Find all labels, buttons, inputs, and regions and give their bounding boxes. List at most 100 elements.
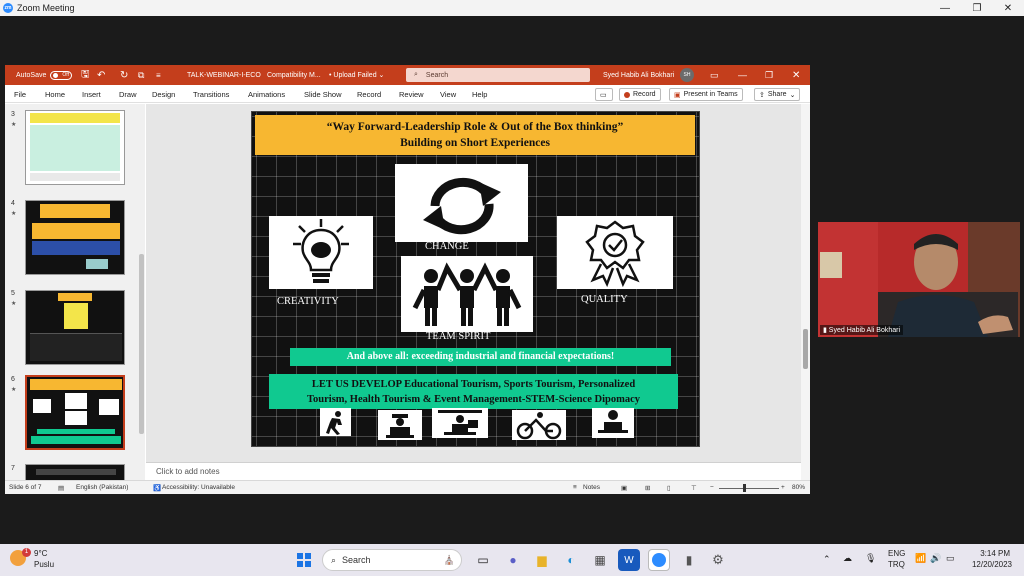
- tab-transitions[interactable]: Transitions: [193, 90, 229, 99]
- zoom-slider-thumb[interactable]: [743, 484, 746, 492]
- accessibility-status[interactable]: Accessibility: Unavailable: [162, 484, 235, 491]
- wifi-icon[interactable]: 📶: [915, 553, 926, 564]
- tab-draw[interactable]: Draw: [119, 90, 137, 99]
- reading-person-icon: [432, 408, 488, 438]
- notes-pane[interactable]: Click to add notes: [146, 462, 801, 480]
- clock-date[interactable]: 12/20/2023: [962, 560, 1012, 569]
- microphone-icon[interactable]: 🎙: [865, 553, 876, 564]
- tab-insert[interactable]: Insert: [82, 90, 101, 99]
- settings-gear-icon[interactable]: ⚙: [707, 549, 729, 571]
- notes-icon: ≡: [573, 484, 577, 491]
- tab-view[interactable]: View: [440, 90, 456, 99]
- tab-help[interactable]: Help: [472, 90, 487, 99]
- tab-home[interactable]: Home: [45, 90, 65, 99]
- notes-placeholder: Click to add notes: [156, 467, 220, 476]
- canvas-scrollbar[interactable]: [801, 104, 810, 480]
- weather-temp[interactable]: 9°C: [34, 549, 47, 558]
- spelling-icon[interactable]: ▤: [58, 484, 64, 492]
- expectations-banner: And above all: exceeding industrial and …: [290, 348, 671, 366]
- thumb-number-4: 4: [11, 200, 15, 207]
- present-icon[interactable]: ⧉: [138, 65, 144, 85]
- scroll-thumb[interactable]: [139, 254, 144, 434]
- slideshow-icon[interactable]: ⊤: [691, 484, 697, 492]
- ppt-minimize-button[interactable]: —: [738, 65, 747, 85]
- zoom-slider[interactable]: [719, 488, 779, 489]
- record-icon: [624, 91, 630, 98]
- zoom-out-icon[interactable]: −: [710, 484, 714, 491]
- tray-chevron-up-icon[interactable]: ⌃: [823, 554, 831, 565]
- taskbar-search-input[interactable]: ⌕ Search ⛪: [322, 549, 462, 571]
- tab-file[interactable]: File: [14, 90, 26, 99]
- undo-icon[interactable]: ↶: [97, 65, 105, 85]
- save-icon[interactable]: 🖫: [81, 65, 90, 85]
- reading-view-icon[interactable]: ▯: [667, 484, 671, 492]
- slide-thumbnail-7[interactable]: [25, 464, 125, 480]
- slide-title: “Way Forward-Leadership Role & Out of th…: [326, 121, 624, 133]
- store-icon[interactable]: ▦: [589, 549, 611, 571]
- current-slide[interactable]: “Way Forward-Leadership Role & Out of th…: [251, 111, 700, 447]
- tab-design[interactable]: Design: [152, 90, 175, 99]
- slide-sorter-icon[interactable]: ⊞: [645, 484, 650, 492]
- ribbon-display-icon[interactable]: ▭: [710, 65, 719, 85]
- autosave-toggle[interactable]: Off: [50, 65, 72, 85]
- ppt-close-button[interactable]: ✕: [792, 65, 800, 85]
- ppt-maximize-button[interactable]: ❐: [765, 65, 773, 85]
- autosave-label: AutoSave: [16, 71, 47, 79]
- tab-review[interactable]: Review: [399, 90, 424, 99]
- input-language[interactable]: ENG: [888, 549, 905, 558]
- search-icon: ⌕: [414, 71, 418, 78]
- cyclist-icon: [512, 410, 566, 440]
- avatar[interactable]: SH: [680, 65, 694, 85]
- close-button[interactable]: ✕: [993, 0, 1023, 16]
- file-explorer-icon[interactable]: ▆: [531, 549, 553, 571]
- task-view-icon[interactable]: ▭: [472, 549, 494, 571]
- volume-icon[interactable]: 🔊: [930, 553, 941, 564]
- slide-thumbnail-5[interactable]: [25, 290, 125, 365]
- tab-animations[interactable]: Animations: [248, 90, 285, 99]
- label-quality: QUALITY: [581, 294, 628, 305]
- word-icon[interactable]: W: [618, 549, 640, 571]
- search-input[interactable]: ⌕ Search: [406, 68, 590, 82]
- redo-icon[interactable]: ↻: [120, 65, 128, 85]
- slide-thumbnail-4[interactable]: [25, 200, 125, 275]
- usb-device-icon[interactable]: ▮: [678, 549, 700, 571]
- start-button[interactable]: [293, 549, 315, 571]
- participant-video-tile[interactable]: ▮ Syed Habib Ali Bokhari: [818, 222, 1020, 337]
- slide-thumbnails-pane[interactable]: 3 ★ 4 ★ 5 ★ 6 ★ 7: [5, 104, 145, 480]
- notes-button[interactable]: Notes: [583, 484, 600, 491]
- tab-slide-show[interactable]: Slide Show: [304, 90, 342, 99]
- zoom-level[interactable]: 80%: [792, 484, 805, 491]
- record-button[interactable]: Record: [619, 88, 661, 101]
- tab-record[interactable]: Record: [357, 90, 381, 99]
- comments-button[interactable]: ▭: [595, 88, 613, 101]
- edge-icon[interactable]: ◐: [560, 549, 582, 571]
- share-button[interactable]: ⇪ Share ⌄: [754, 88, 801, 101]
- maximize-button[interactable]: ❐: [962, 0, 992, 16]
- slide-thumbnail-6[interactable]: [25, 375, 125, 450]
- slide-subtitle: Building on Short Experiences: [400, 137, 550, 149]
- develop-banner-line2: Tourism, Health Tourism & Event Manageme…: [307, 394, 640, 405]
- minimize-button[interactable]: —: [930, 0, 960, 16]
- zoom-app-icon[interactable]: [648, 549, 670, 571]
- user-name: Syed Habib Ali Bokhari: [603, 71, 675, 79]
- battery-icon[interactable]: ▭: [946, 553, 955, 564]
- scroll-thumb[interactable]: [803, 329, 808, 369]
- onedrive-cloud-icon[interactable]: ☁: [843, 553, 852, 564]
- windows-taskbar: 1 9°C Puslu ⌕ Search ⛪ ▭ ● ▆ ◐ ▦ W ▮ ⚙ ⌃…: [0, 544, 1024, 576]
- normal-view-icon[interactable]: ▣: [621, 484, 627, 492]
- teacher-laptop-icon: [592, 408, 634, 438]
- present-in-teams-button[interactable]: ▣ Present in Teams: [669, 88, 743, 101]
- participant-video-feed: [818, 222, 1020, 337]
- upload-status[interactable]: • Upload Failed ⌄: [329, 65, 384, 85]
- teams-chat-icon[interactable]: ●: [502, 549, 524, 571]
- customize-qat-icon[interactable]: ≡: [156, 65, 161, 85]
- zoom-in-icon[interactable]: +: [781, 484, 785, 491]
- weather-desc[interactable]: Puslu: [34, 560, 54, 569]
- thumbnails-scrollbar[interactable]: [138, 104, 145, 480]
- language-status[interactable]: English (Pakistan): [76, 484, 128, 491]
- slide-thumbnail-3[interactable]: [25, 110, 125, 185]
- develop-banner: LET US DEVELOP Educational Tourism, Spor…: [269, 374, 678, 409]
- keyboard-layout[interactable]: TRQ: [888, 560, 905, 569]
- clock-time[interactable]: 3:14 PM: [966, 549, 1010, 558]
- ppt-title-bar: AutoSave Off 🖫 ↶ ↻ ⧉ ≡ TALK-WEBINAR-I-EC…: [5, 65, 810, 85]
